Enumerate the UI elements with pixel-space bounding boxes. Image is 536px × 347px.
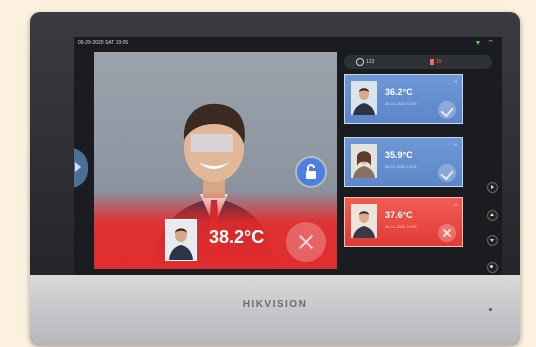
scroll-down-icon[interactable]: [487, 235, 498, 246]
tab-alerts-count: 15: [436, 59, 442, 65]
record-tabs: 123 15: [344, 55, 492, 69]
record-photo: [351, 144, 377, 178]
indicator-led: [489, 308, 492, 311]
record-corner-mark: N: [454, 142, 457, 147]
record-corner-mark: N: [454, 202, 457, 207]
reject-close-icon[interactable]: [286, 222, 326, 262]
record-card[interactable]: N 36.2°C 06-12-2020 19:05: [344, 74, 463, 124]
record-datetime: 06-12-2020 19:04: [385, 164, 417, 169]
record-temperature: 36.2°C: [385, 87, 413, 97]
record-temperature: 37.6°C: [385, 210, 413, 220]
play-icon[interactable]: [487, 182, 498, 193]
terminal-screen: 06-29-2020 SAT 19:05 ▼ ⌔ 38.2°C 123 15 N…: [74, 37, 502, 285]
expand-panel-tab[interactable]: [74, 148, 88, 188]
person-icon: [356, 57, 364, 66]
record-photo: [351, 81, 377, 115]
scroll-up-icon[interactable]: [487, 210, 498, 221]
check-icon: [438, 164, 456, 182]
detected-temperature: 38.2°C: [209, 227, 265, 247]
status-bar: 06-29-2020 SAT 19:05 ▼ ⌔: [74, 37, 502, 51]
unlock-icon[interactable]: [297, 158, 325, 186]
status-icons: ▼ ⌔: [474, 39, 494, 48]
tab-alerts[interactable]: 15: [430, 55, 442, 69]
alert-icon: [430, 58, 434, 65]
record-photo: [351, 204, 377, 238]
tab-passed[interactable]: 123: [356, 55, 374, 69]
access-terminal-device: 06-29-2020 SAT 19:05 ▼ ⌔ 38.2°C 123 15 N…: [30, 12, 520, 345]
record-datetime: 06-12-2020 19:03: [385, 224, 417, 229]
home-dot-icon[interactable]: [487, 262, 498, 273]
record-card[interactable]: N 35.9°C 06-12-2020 19:04: [344, 137, 463, 187]
signal-icon: ▼: [474, 40, 482, 47]
status-datetime: 06-29-2020 SAT 19:05: [78, 40, 129, 46]
wifi-icon: ⌔: [487, 40, 494, 47]
brand-logo: HIKVISION: [242, 299, 308, 310]
record-corner-mark: N: [454, 79, 457, 84]
close-icon: [438, 224, 456, 242]
device-bezel-bottom: HIKVISION: [30, 275, 520, 345]
record-datetime: 06-12-2020 19:05: [385, 101, 417, 106]
chevron-right-icon: [75, 162, 81, 172]
check-icon: [438, 101, 456, 119]
tab-passed-count: 123: [366, 59, 375, 65]
captured-face-thumbnail: [165, 219, 197, 261]
live-capture-panel: 38.2°C: [94, 52, 337, 269]
record-temperature: 35.9°C: [385, 150, 413, 160]
record-card[interactable]: N 37.6°C 06-12-2020 19:03: [344, 197, 463, 247]
